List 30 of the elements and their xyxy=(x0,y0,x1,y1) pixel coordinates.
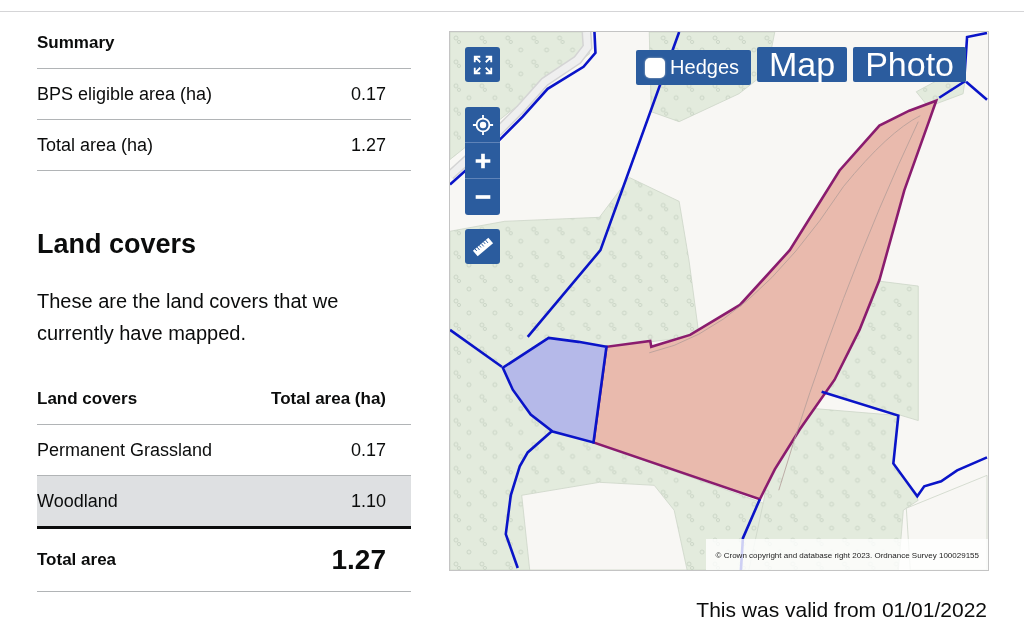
zoom-in-button[interactable] xyxy=(465,143,500,179)
validity-text: This was valid from 01/01/2022 xyxy=(695,597,988,623)
fullscreen-icon xyxy=(471,53,494,76)
land-covers-heading: Land covers xyxy=(37,228,198,260)
intro-text: These are the land covers that we currently have mapped. xyxy=(37,289,340,346)
hedges-toggle[interactable]: Hedges xyxy=(636,50,751,85)
table-cell: 0.17 xyxy=(350,440,386,460)
layer-button[interactable]: Map xyxy=(757,47,848,82)
summary-heading: Summary xyxy=(37,33,116,53)
column-header: Land covers xyxy=(37,389,138,409)
locate-button[interactable] xyxy=(465,107,500,143)
fullscreen-button[interactable] xyxy=(465,47,500,82)
map-view[interactable] xyxy=(450,32,988,570)
summary-label: BPS eligible area (ha) xyxy=(37,84,213,104)
hedges-checkbox[interactable] xyxy=(645,57,666,78)
summary-value: 0.17 xyxy=(350,84,386,104)
copyright-text: © Crown copyright and database right 2023. Ordnance Survey 100029155 xyxy=(705,539,988,570)
layer-button[interactable]: Photo xyxy=(853,47,966,82)
zoom-out-button[interactable] xyxy=(465,179,500,215)
summary-value: 1.27 xyxy=(350,135,386,155)
table-cell: Woodland xyxy=(37,491,118,511)
column-header: Total area (ha) xyxy=(271,389,386,409)
total-label: Total area xyxy=(37,549,117,571)
land-cover-row[interactable]: Woodland 1.10 xyxy=(37,476,411,529)
table-cell: 1.10 xyxy=(350,491,386,511)
locate-icon xyxy=(471,113,494,136)
measure-button[interactable] xyxy=(465,229,500,264)
summary-label: Total area (ha) xyxy=(37,135,154,155)
total-value: 1.27 xyxy=(331,544,386,576)
table-cell: Permanent Grassland xyxy=(37,440,213,460)
